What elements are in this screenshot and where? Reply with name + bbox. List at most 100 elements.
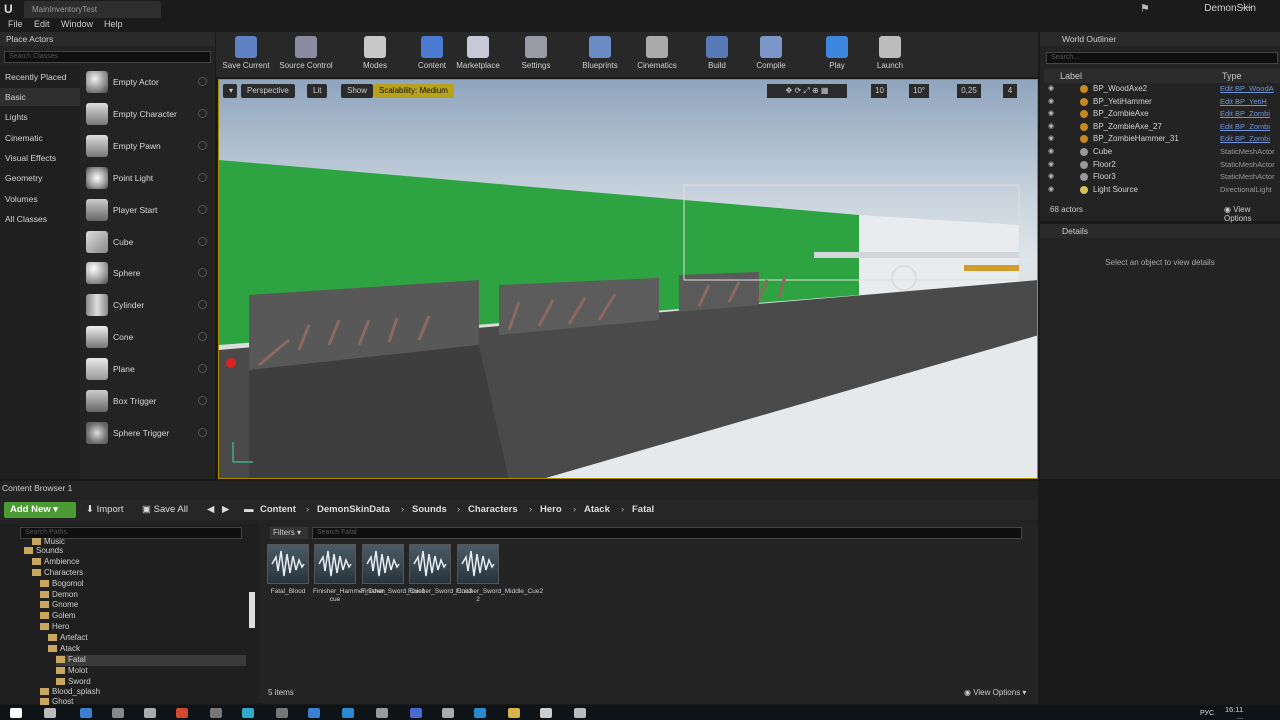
content-browser-tab[interactable]: Content Browser 1 <box>2 483 72 496</box>
actor-item-plane[interactable]: Plane <box>82 354 212 384</box>
info-icon[interactable] <box>198 141 207 150</box>
breadcrumb-item[interactable]: Characters <box>468 504 518 515</box>
camera-speed-value[interactable]: 4 <box>1003 84 1017 98</box>
outliner-row[interactable]: ◉ BP_WoodAxe2 Edit BP_WoodA <box>1044 83 1280 96</box>
category-volumes[interactable]: Volumes <box>0 190 80 208</box>
type-column-header[interactable]: Type <box>1222 71 1242 81</box>
outliner-row[interactable]: ◉ BP_ZombieHammer_31 Edit BP_Zombi <box>1044 133 1280 146</box>
app-icon[interactable] <box>242 708 254 718</box>
taskbar-clock[interactable]: 16:11 ... <box>1225 706 1243 720</box>
breadcrumb-item[interactable]: Fatal <box>632 504 654 515</box>
actor-item-point-light[interactable]: Point Light <box>82 163 212 193</box>
play-button[interactable]: Play <box>818 32 856 77</box>
app-icon[interactable] <box>474 708 486 718</box>
outliner-row-type[interactable]: Edit BP_YetiH <box>1220 97 1267 106</box>
filters-button[interactable]: Filters ▾ <box>270 527 308 539</box>
asset-tile[interactable]: Finisher_Sword_Middle_Cue2 2 <box>456 544 543 604</box>
eye-icon[interactable]: ◉ <box>1048 160 1054 168</box>
breadcrumb-separator-icon[interactable]: › <box>401 504 404 515</box>
app-icon[interactable] <box>376 708 388 718</box>
transform-tools[interactable]: ✥ ⟳ ⤢ ⊕ ▦ <box>767 84 847 98</box>
outliner-row-type[interactable]: Edit BP_WoodA <box>1220 84 1274 93</box>
info-icon[interactable] <box>198 300 207 309</box>
outliner-row[interactable]: ◉ BP_YetiHammer Edit BP_YetiH <box>1044 96 1280 109</box>
add-new-button[interactable]: Add New ▾ <box>4 502 76 518</box>
eye-icon[interactable]: ◉ <box>1048 185 1054 193</box>
menu-edit[interactable]: Edit <box>34 19 50 29</box>
asset-tile[interactable]: Finisher_Hammer_Down cue <box>313 544 385 604</box>
marketplace-button[interactable]: Marketplace <box>455 32 501 77</box>
outliner-row[interactable]: ◉ BP_ZombieAxe Edit BP_Zombi <box>1044 108 1280 121</box>
viewport-menu-button[interactable]: ▾ <box>223 84 237 98</box>
breadcrumb-separator-icon[interactable]: › <box>306 504 309 515</box>
breadcrumb-item[interactable]: Sounds <box>412 504 447 515</box>
actor-item-sphere-trigger[interactable]: Sphere Trigger <box>82 418 212 448</box>
tree-item-artefact[interactable]: Artefact <box>48 633 88 644</box>
eye-icon[interactable]: ◉ <box>1048 122 1054 130</box>
blueprints-button[interactable]: Blueprints <box>578 32 622 77</box>
info-icon[interactable] <box>198 428 207 437</box>
actor-item-cube[interactable]: Cube <box>82 227 212 257</box>
category-visual-effects[interactable]: Visual Effects <box>0 149 80 167</box>
launch-button[interactable]: Launch <box>872 32 908 77</box>
category-all-classes[interactable]: All Classes <box>0 210 80 228</box>
tree-scrollbar[interactable] <box>249 592 255 628</box>
tree-item-molot[interactable]: Molot <box>56 666 88 677</box>
start-icon[interactable] <box>10 708 22 718</box>
actor-item-empty-pawn[interactable]: Empty Pawn <box>82 131 212 161</box>
cinematics-button[interactable]: Cinematics <box>634 32 680 77</box>
info-icon[interactable] <box>198 77 207 86</box>
language-indicator[interactable]: РУС <box>1200 710 1214 717</box>
tree-item-ambience[interactable]: Ambience <box>32 557 80 568</box>
eye-icon[interactable]: ◉ <box>1048 134 1054 142</box>
place-actors-tab[interactable]: Place Actors <box>0 32 215 46</box>
category-geometry[interactable]: Geometry <box>0 169 80 187</box>
outliner-row[interactable]: ◉ Cube StaticMeshActor <box>1044 146 1280 159</box>
breadcrumb-separator-icon[interactable]: › <box>621 504 624 515</box>
category-basic[interactable]: Basic <box>0 88 80 106</box>
asset-search-input[interactable]: Search Fatal <box>312 527 1022 539</box>
rotation-snap-value[interactable]: 10° <box>909 84 929 98</box>
menu-file[interactable]: File <box>8 19 23 29</box>
tree-item-atack[interactable]: Atack <box>48 644 80 655</box>
outliner-row-type[interactable]: Edit BP_Zombi <box>1220 109 1270 118</box>
app-icon[interactable] <box>410 708 422 718</box>
breadcrumb-item[interactable]: DemonSkinData <box>317 504 390 515</box>
eye-icon[interactable]: ◉ <box>1048 97 1054 105</box>
outliner-search-input[interactable]: Search... <box>1046 52 1278 64</box>
tree-item-golem[interactable]: Golem <box>40 611 76 622</box>
search-icon[interactable] <box>44 708 56 718</box>
menu-window[interactable]: Window <box>61 19 93 29</box>
save-all-button[interactable]: ▣ Save All <box>142 504 188 515</box>
telegram-icon[interactable] <box>342 708 354 718</box>
actor-item-empty-actor[interactable]: Empty Actor <box>82 67 212 97</box>
back-arrow-icon[interactable]: ◀ <box>207 504 214 515</box>
breadcrumb-separator-icon[interactable]: › <box>457 504 460 515</box>
show-button[interactable]: Show <box>341 84 374 98</box>
document-tab[interactable]: MainInventoryTest <box>24 1 161 18</box>
info-icon[interactable] <box>198 364 207 373</box>
modes-button[interactable]: Modes <box>360 32 390 77</box>
unreal-icon[interactable] <box>574 708 586 718</box>
outliner-row[interactable]: ◉ Floor2 StaticMeshActor <box>1044 159 1280 172</box>
tree-item-bogomol[interactable]: Bogomol <box>40 579 84 590</box>
eye-icon[interactable]: ◉ <box>1048 147 1054 155</box>
asset-tile[interactable]: Finisher_Sword_Cue1 <box>361 544 425 596</box>
build-button[interactable]: Build <box>703 32 731 77</box>
breadcrumb-separator-icon[interactable]: › <box>573 504 576 515</box>
world-outliner-tab[interactable]: World Outliner <box>1040 32 1280 46</box>
menu-help[interactable]: Help <box>104 19 123 29</box>
breadcrumb-item[interactable]: Hero <box>540 504 562 515</box>
breadcrumb-separator-icon[interactable]: › <box>529 504 532 515</box>
actor-item-cone[interactable]: Cone <box>82 322 212 352</box>
content-button[interactable]: Content <box>417 32 447 77</box>
actor-item-cylinder[interactable]: Cylinder <box>82 290 212 320</box>
lit-button[interactable]: Lit <box>307 84 328 98</box>
chrome-icon[interactable] <box>176 708 188 718</box>
actor-item-player-start[interactable]: Player Start <box>82 195 212 225</box>
info-icon[interactable] <box>198 109 207 118</box>
outliner-row-type[interactable]: Edit BP_Zombi <box>1220 122 1270 131</box>
explorer-icon[interactable] <box>80 708 92 718</box>
actor-item-sphere[interactable]: Sphere <box>82 258 212 288</box>
info-icon[interactable] <box>198 268 207 277</box>
